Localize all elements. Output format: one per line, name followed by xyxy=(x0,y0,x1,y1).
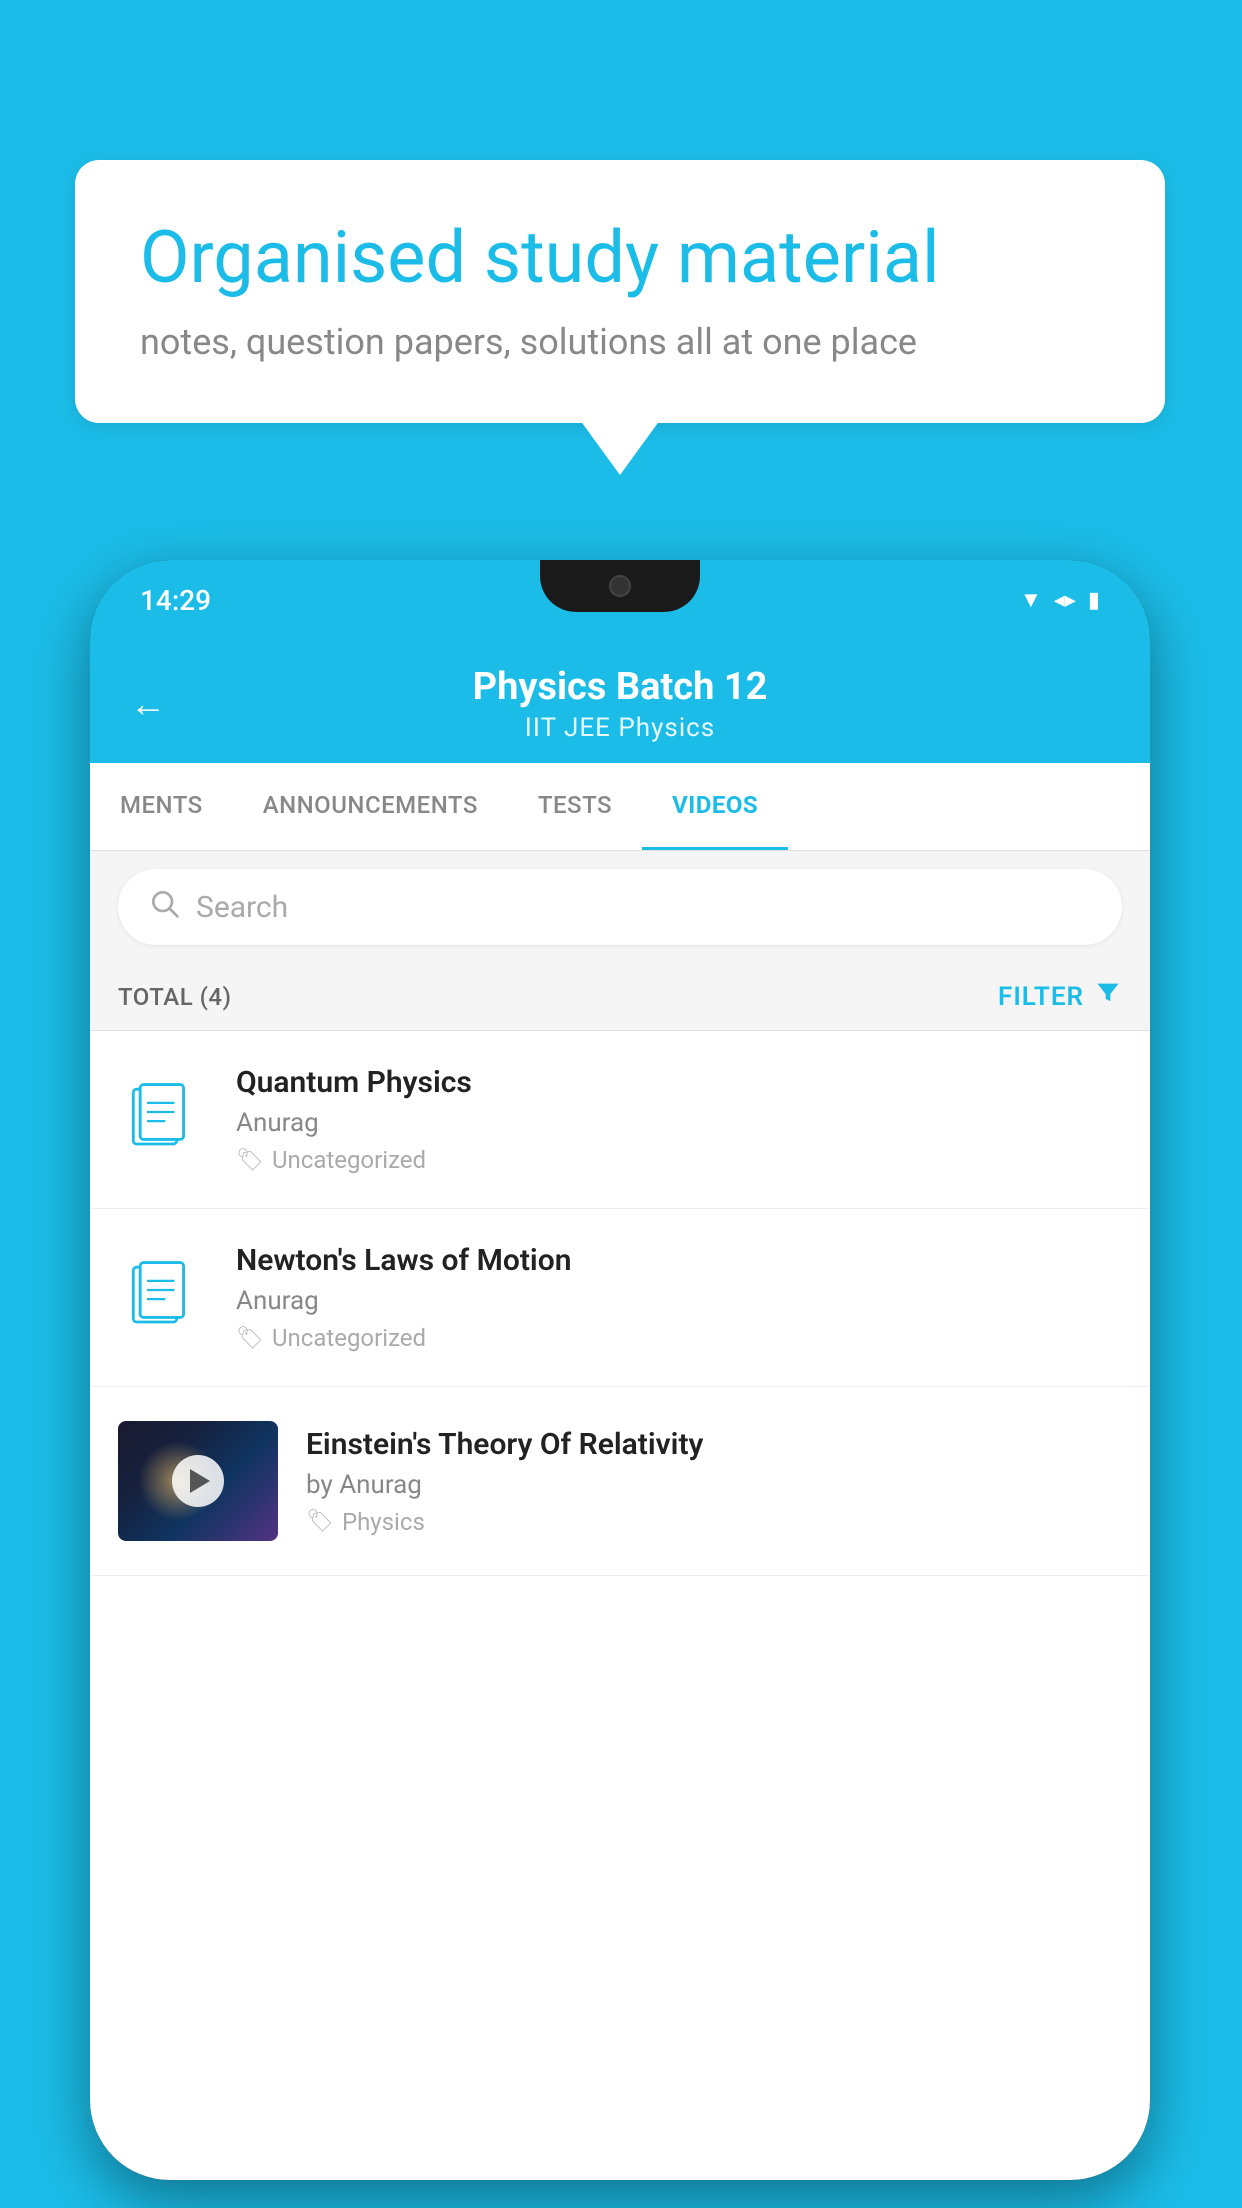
tag-label-3: Physics xyxy=(342,1508,425,1536)
wifi-icon: ▼ xyxy=(1020,587,1042,613)
bubble-subtitle: notes, question papers, solutions all at… xyxy=(140,321,1100,363)
filter-icon xyxy=(1094,979,1122,1014)
tabs-bar: MENTS ANNOUNCEMENTS TESTS VIDEOS xyxy=(90,763,1150,851)
list-item[interactable]: Einstein's Theory Of Relativity by Anura… xyxy=(90,1387,1150,1576)
header-subtitle: IIT JEE Physics xyxy=(473,713,768,743)
app-header: ← Physics Batch 12 IIT JEE Physics xyxy=(90,640,1150,763)
camera xyxy=(609,575,631,597)
tag-icon-2: 🏷 xyxy=(236,1326,264,1351)
status-icons: ▼ ◂▸ ▮ xyxy=(1020,587,1100,613)
status-time: 14:29 xyxy=(140,584,211,617)
tab-tests[interactable]: TESTS xyxy=(508,763,642,850)
header-title: Physics Batch 12 xyxy=(473,665,768,709)
video-author-3: by Anurag xyxy=(306,1470,1122,1500)
tag-label-1: Uncategorized xyxy=(272,1146,426,1174)
video-title-3: Einstein's Theory Of Relativity xyxy=(306,1427,1122,1462)
battery-icon: ▮ xyxy=(1088,588,1100,613)
search-input[interactable]: Search xyxy=(196,890,288,925)
filter-button[interactable]: FILTER xyxy=(998,979,1122,1014)
search-container: Search xyxy=(90,851,1150,963)
back-button[interactable]: ← xyxy=(130,683,166,725)
phone-notch xyxy=(540,560,700,612)
filter-label: FILTER xyxy=(998,982,1084,1012)
search-input-wrap[interactable]: Search xyxy=(118,869,1122,945)
video-info-2: Newton's Laws of Motion Anurag 🏷 Uncateg… xyxy=(236,1243,1122,1352)
signal-icon: ◂▸ xyxy=(1054,588,1076,613)
video-info-1: Quantum Physics Anurag 🏷 Uncategorized xyxy=(236,1065,1122,1174)
tab-ments[interactable]: MENTS xyxy=(90,763,233,850)
video-thumbnail-3 xyxy=(118,1421,278,1541)
tab-announcements[interactable]: ANNOUNCEMENTS xyxy=(233,763,508,850)
video-list: Quantum Physics Anurag 🏷 Uncategorized xyxy=(90,1031,1150,1576)
play-triangle-icon xyxy=(190,1469,210,1493)
video-author-1: Anurag xyxy=(236,1108,1122,1138)
video-file-icon-2 xyxy=(118,1253,208,1343)
tag-icon-1: 🏷 xyxy=(236,1148,264,1173)
phone-frame: 14:29 ▼ ◂▸ ▮ ← Physics Batch 12 IIT JEE … xyxy=(90,560,1150,2180)
video-tag-1: 🏷 Uncategorized xyxy=(236,1146,1122,1174)
video-info-3: Einstein's Theory Of Relativity by Anura… xyxy=(306,1427,1122,1536)
tag-icon-3: 🏷 xyxy=(306,1509,334,1534)
tab-videos[interactable]: VIDEOS xyxy=(642,763,788,850)
video-tag-3: 🏷 Physics xyxy=(306,1508,1122,1536)
video-title-2: Newton's Laws of Motion xyxy=(236,1243,1122,1278)
play-button-3[interactable] xyxy=(172,1455,224,1507)
video-author-2: Anurag xyxy=(236,1286,1122,1316)
speech-bubble: Organised study material notes, question… xyxy=(75,160,1165,423)
list-item[interactable]: Quantum Physics Anurag 🏷 Uncategorized xyxy=(90,1031,1150,1209)
tag-label-2: Uncategorized xyxy=(272,1324,426,1352)
search-icon xyxy=(148,887,180,927)
header-row: ← Physics Batch 12 IIT JEE Physics xyxy=(130,665,1110,743)
total-count: TOTAL (4) xyxy=(118,983,231,1011)
list-item[interactable]: Newton's Laws of Motion Anurag 🏷 Uncateg… xyxy=(90,1209,1150,1387)
video-title-1: Quantum Physics xyxy=(236,1065,1122,1100)
phone-screen: ← Physics Batch 12 IIT JEE Physics MENTS… xyxy=(90,640,1150,2180)
filter-row: TOTAL (4) FILTER xyxy=(90,963,1150,1031)
video-file-icon-1 xyxy=(118,1075,208,1165)
bubble-title: Organised study material xyxy=(140,215,1100,301)
status-bar: 14:29 ▼ ◂▸ ▮ xyxy=(90,560,1150,640)
video-tag-2: 🏷 Uncategorized xyxy=(236,1324,1122,1352)
